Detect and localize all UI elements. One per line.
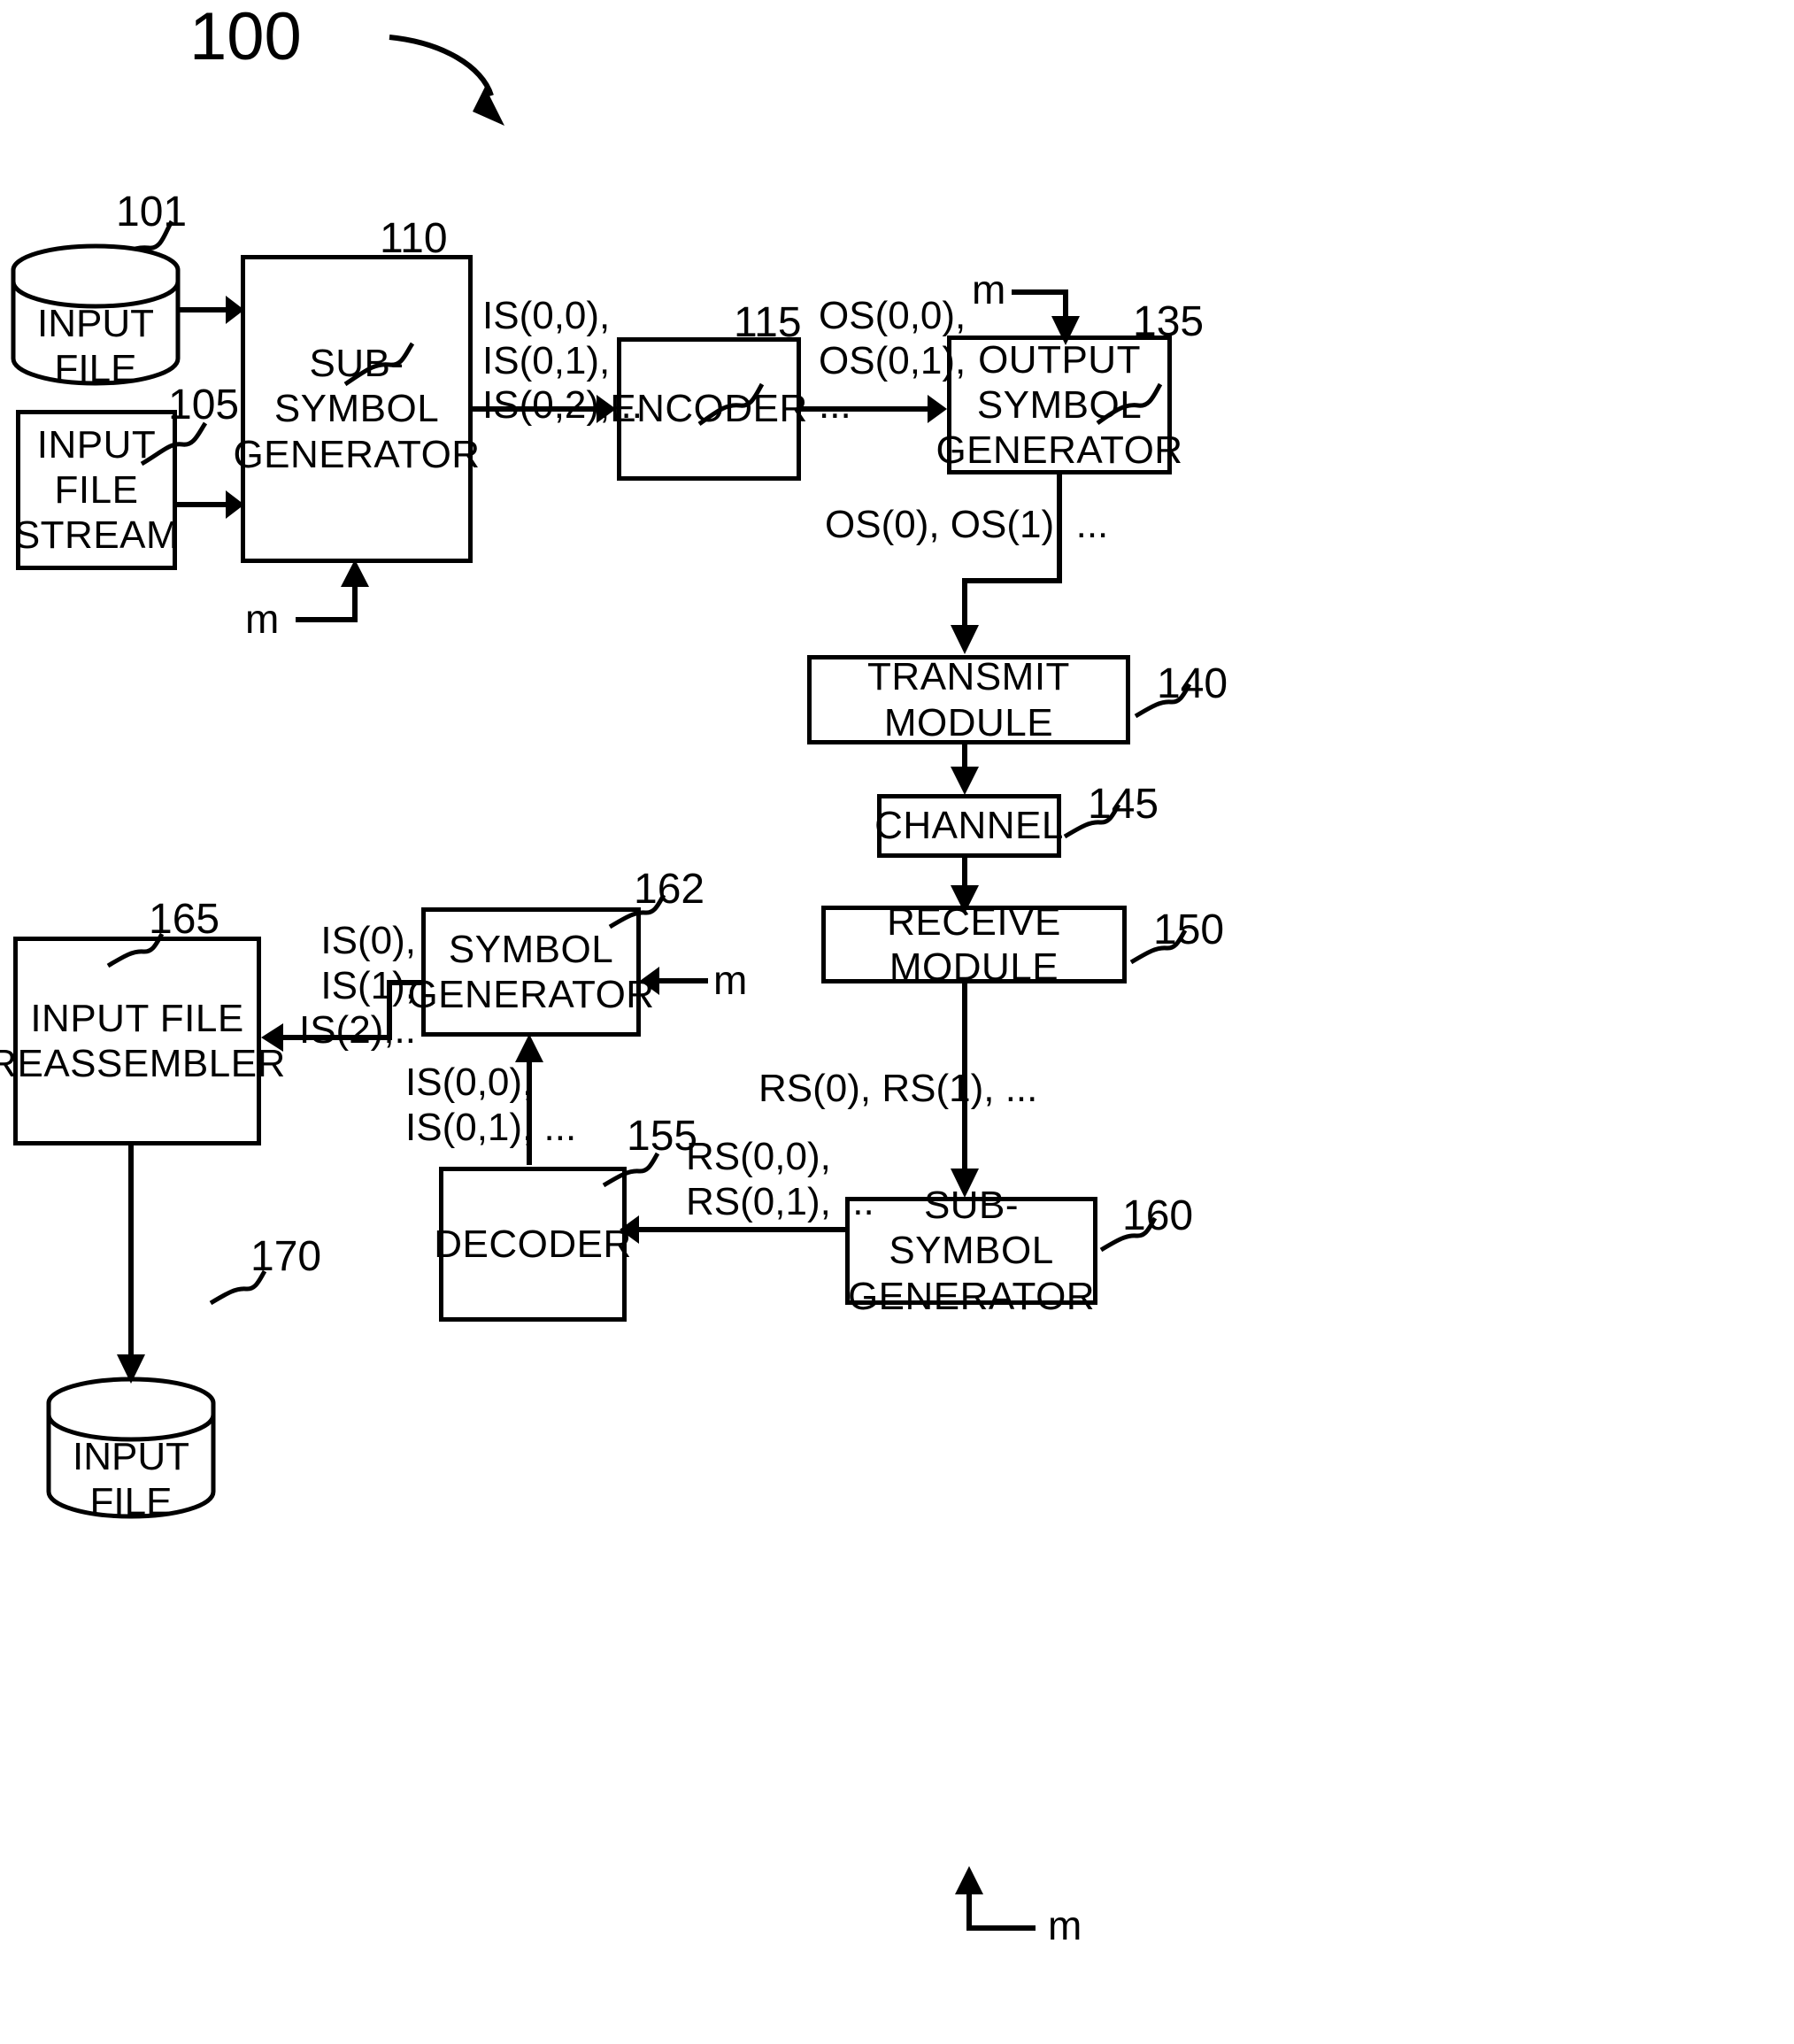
input-file-stream-label: INPUT FILE STREAM <box>13 422 180 558</box>
receive-module-box[interactable]: RECEIVE MODULE <box>821 900 1127 989</box>
ref-number-135: 135 <box>1133 298 1205 345</box>
ref-number-165: 165 <box>149 896 220 943</box>
parameter-m-sub-symbol-generator-rx: m <box>1048 1902 1082 1948</box>
transmit-module-box[interactable]: TRANSMIT MODULE <box>807 655 1130 744</box>
input-file-source-cylinder: INPUT FILE <box>13 294 178 391</box>
output-symbol-generator-box[interactable]: OUTPUT SYMBOL GENERATOR <box>935 336 1182 474</box>
sub-symbol-generator-rx-label: SUB-SYMBOL GENERATOR <box>847 1184 1096 1318</box>
input-file-reassembler-label: INPUT FILE REASSEMBLER <box>0 996 286 1085</box>
ref-number-145: 145 <box>1088 781 1159 828</box>
channel-box[interactable]: CHANNEL <box>874 794 1064 858</box>
symbol-generator-label: SYMBOL GENERATOR <box>407 927 655 1016</box>
receive-module-label: RECEIVE MODULE <box>887 899 1061 989</box>
input-file-source-label: INPUT FILE <box>37 302 154 391</box>
flow-label-rs-sub-symbols: RS(0,0), RS(0,1), ... <box>686 1135 874 1223</box>
input-file-reassembler-box[interactable]: INPUT FILE REASSEMBLER <box>0 937 285 1145</box>
ref-number-140: 140 <box>1157 660 1228 707</box>
ref-number-115: 115 <box>734 299 802 346</box>
patent-figure-canvas: 100 INPUT FILE 101 INPUT FILE STREAM 105… <box>0 0 1794 2044</box>
parameter-m-symbol-generator: m <box>713 957 748 1003</box>
input-file-stream-box[interactable]: INPUT FILE STREAM <box>13 410 180 570</box>
channel-label: CHANNEL <box>874 804 1064 848</box>
parameter-m-sub-symbol-generator-tx: m <box>245 596 280 642</box>
ref-number-160: 160 <box>1122 1192 1194 1239</box>
flow-label-is-symbols: IS(0), IS(1), IS(2),.. <box>298 919 416 1053</box>
ref-number-150: 150 <box>1153 906 1225 953</box>
figure-number: 100 <box>189 0 302 74</box>
ref-number-105: 105 <box>168 382 240 428</box>
input-file-output-label: INPUT FILE <box>73 1435 189 1524</box>
parameter-m-output-symbol-generator: m <box>972 266 1006 312</box>
ref-number-170: 170 <box>250 1233 322 1280</box>
flow-label-os-symbols: OS(0), OS(1), ... <box>825 503 1109 546</box>
symbol-generator-box[interactable]: SYMBOL GENERATOR <box>407 907 654 1037</box>
sub-symbol-generator-rx-box[interactable]: SUB-SYMBOL GENERATOR <box>845 1184 1097 1318</box>
flow-label-rs-symbols: RS(0), RS(1), ... <box>758 1067 1038 1110</box>
sub-symbol-generator-tx-label: SUB- SYMBOL GENERATOR <box>233 342 481 476</box>
ref-number-110: 110 <box>380 215 448 262</box>
sub-symbol-generator-tx-box[interactable]: SUB- SYMBOL GENERATOR <box>233 255 480 563</box>
transmit-module-label: TRANSMIT MODULE <box>867 655 1070 744</box>
output-symbol-generator-label: OUTPUT SYMBOL GENERATOR <box>935 337 1183 473</box>
encoder-label: ENCODER <box>610 387 808 431</box>
decoder-box[interactable]: DECODER <box>434 1167 631 1322</box>
input-file-output-cylinder: INPUT FILE <box>49 1427 213 1524</box>
decoder-label: DECODER <box>434 1222 632 1266</box>
ref-number-155: 155 <box>627 1113 698 1160</box>
encoder-box[interactable]: ENCODER <box>610 337 807 481</box>
ref-number-162: 162 <box>634 866 705 913</box>
flow-label-is-sub-symbols-rx: IS(0,0), IS(0,1), ... <box>405 1061 577 1149</box>
ref-number-101: 101 <box>116 189 188 235</box>
